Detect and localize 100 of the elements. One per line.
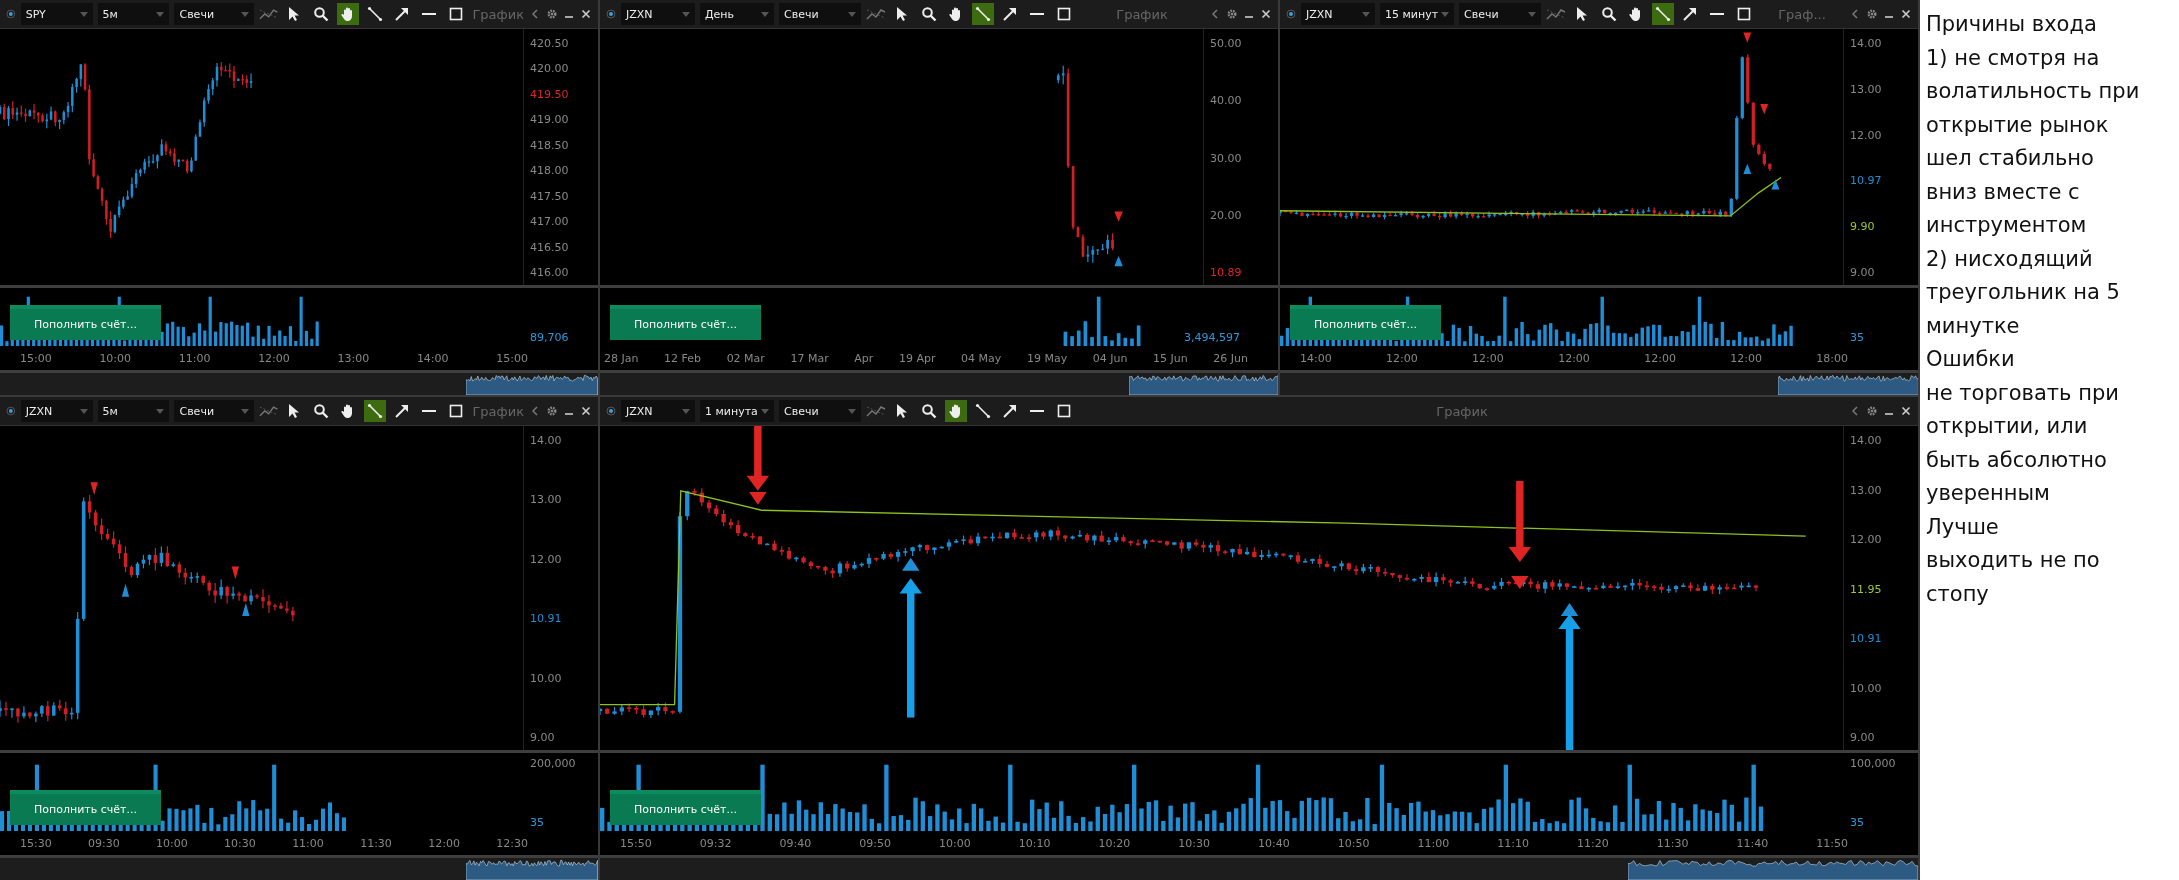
deposit-button[interactable]: Пополнить счёт... [10, 305, 161, 340]
interval-dropdown[interactable]: 5м [97, 3, 170, 25]
volume-axis-label: 89,706 [530, 331, 569, 344]
interval-dropdown[interactable]: 1 минута [700, 400, 774, 422]
price-tick-label: 418.00 [530, 164, 570, 178]
time-tick-label: 12:00 [1472, 351, 1504, 365]
time-tick-label: 28 Jan [604, 351, 639, 365]
symbol-dropdown[interactable]: JZXN [1301, 3, 1375, 25]
note-text: стопу [1926, 580, 1990, 608]
chart-type-dropdown[interactable]: Свечи [779, 3, 861, 25]
chart-type-dropdown[interactable]: Свечи [1459, 3, 1541, 25]
note-text: открытии, или [1926, 413, 2089, 440]
time-tick-label: 10:00 [156, 836, 188, 850]
time-tick-label: 13:00 [337, 351, 370, 365]
last-price-label: 10.91 [1850, 632, 1883, 645]
note-text: волатильность при [1926, 78, 2141, 105]
volume-axis-label: 100,000 [1850, 757, 1896, 770]
price-tick-label: 9.00 [1850, 266, 1876, 279]
note-text: быть абсолютно [1926, 446, 2108, 474]
chart-title: График [472, 403, 524, 419]
time-tick-label: 11:00 [178, 351, 211, 365]
volume-axis-label: 35 [530, 816, 544, 829]
symbol-dropdown[interactable]: JZXN [621, 400, 695, 422]
last-price-label: 9.90 [1850, 220, 1876, 234]
interval-dropdown[interactable]: День [700, 3, 774, 25]
symbol-dropdown[interactable]: JZXN [621, 3, 695, 25]
time-tick-label: 09:50 [859, 836, 891, 850]
time-tick-label: 04 May [961, 351, 1002, 365]
time-tick-label: 11:00 [292, 836, 324, 850]
time-tick-label: 04 Jun [1092, 351, 1128, 365]
symbol-dropdown[interactable]: SPY [20, 3, 93, 25]
note-text: минутке [1926, 312, 2021, 340]
time-tick-label: 11:00 [1417, 836, 1450, 850]
time-tick-label: 15 Jun [1153, 351, 1188, 365]
price-tick-label: 14.00 [1850, 37, 1883, 50]
price-tick-label: 417.00 [530, 215, 570, 229]
time-tick-label: 12:00 [1386, 351, 1418, 365]
note-text: выходить не по [1926, 547, 2101, 574]
chart-title: График [1115, 6, 1169, 22]
price-tick-label: 10.00 [1850, 681, 1883, 695]
price-tick-label: 420.00 [530, 62, 570, 76]
price-tick-label: 14.00 [1850, 434, 1883, 447]
price-tick-label: 30.00 [1210, 151, 1243, 165]
price-tick-label: 419.00 [530, 113, 570, 127]
time-tick-label: 15:50 [620, 836, 652, 850]
note-text: 1) не смотря на [1926, 44, 2101, 72]
time-tick-label: 10:00 [99, 351, 132, 365]
time-tick-label: 11:30 [1656, 836, 1689, 850]
chart-type-dropdown[interactable]: Свечи [779, 400, 861, 422]
deposit-button[interactable]: Пополнить счёт... [610, 305, 761, 340]
time-tick-label: 11:30 [360, 836, 392, 850]
time-tick-label: 10:30 [1178, 836, 1210, 850]
price-tick-label: 416.50 [530, 240, 570, 254]
note-text: вниз вместе с [1926, 178, 2081, 206]
deposit-button[interactable]: Пополнить счёт... [1290, 305, 1441, 340]
last-price-label: 10.89 [1210, 266, 1243, 279]
time-tick-label: 18:00 [1816, 351, 1848, 365]
time-tick-label: 12:00 [1558, 351, 1590, 365]
time-tick-label: 12:00 [1644, 351, 1676, 365]
price-tick-label: 50.00 [1210, 37, 1243, 50]
time-tick-label: 15:00 [496, 351, 528, 365]
time-tick-label: 17 Mar [790, 351, 829, 365]
volume-axis-label: 35 [1850, 816, 1864, 829]
chart-title: График [472, 6, 524, 22]
price-tick-label: 20.00 [1210, 208, 1243, 222]
time-tick-label: 09:30 [88, 836, 120, 850]
price-tick-label: 13.00 [1850, 483, 1883, 497]
note-text: Лучше [1926, 513, 2000, 541]
interval-dropdown[interactable]: 5м [97, 400, 170, 422]
note-text: Ошибки [1926, 346, 2016, 373]
note-text: треугольник на 5 [1926, 279, 2121, 306]
price-tick-label: 417.50 [530, 189, 570, 203]
time-tick-label: 11:40 [1736, 836, 1769, 850]
interval-dropdown[interactable]: 15 минут [1380, 3, 1454, 25]
time-tick-label: 15:30 [20, 836, 52, 850]
time-tick-label: 14:00 [416, 351, 449, 365]
last-price-label: 419.50 [530, 87, 570, 101]
time-tick-label: 10:20 [1098, 836, 1131, 850]
price-tick-label: 12.00 [530, 552, 563, 566]
time-tick-label: 19 May [1026, 351, 1068, 365]
price-tick-label: 9.00 [1850, 731, 1876, 744]
price-tick-label: 12.00 [1850, 128, 1883, 142]
last-price-label: 11.95 [1850, 582, 1883, 596]
time-tick-label: 14:00 [1300, 351, 1332, 365]
price-tick-label: 9.00 [530, 730, 556, 744]
last-price-label: 10.91 [530, 612, 563, 626]
price-tick-label: 12.00 [1850, 533, 1883, 546]
note-text: Причины входа [1926, 11, 2098, 38]
price-tick-label: 416.00 [530, 265, 570, 279]
volume-axis-label: 200,000 [530, 757, 576, 770]
price-tick-label: 420.50 [530, 37, 570, 50]
chart-type-dropdown[interactable]: Свечи [174, 400, 255, 422]
symbol-dropdown[interactable]: JZXN [20, 400, 93, 422]
time-tick-label: 10:40 [1258, 836, 1290, 850]
time-tick-label: 12:00 [428, 836, 460, 850]
time-tick-label: 11:50 [1816, 836, 1848, 850]
time-tick-label: 12:00 [1730, 351, 1762, 365]
chart-type-dropdown[interactable]: Свечи [174, 3, 255, 25]
price-tick-label: 10.00 [530, 671, 563, 685]
time-tick-label: 10:30 [224, 836, 256, 850]
